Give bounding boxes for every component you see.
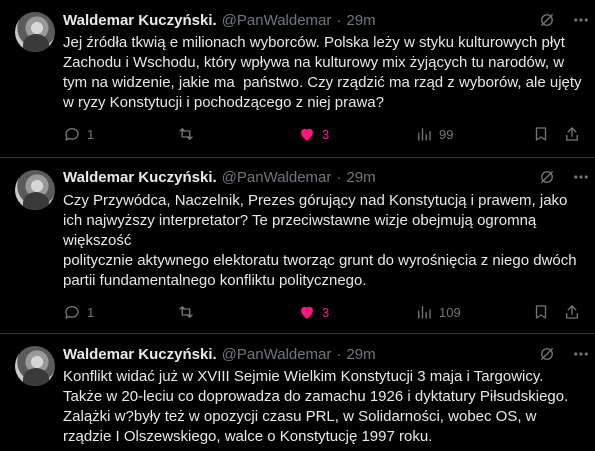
author-name[interactable]: Waldemar Kuczyński.	[63, 346, 217, 363]
reply-icon	[65, 306, 79, 319]
bookmark-icon	[535, 127, 547, 141]
heart-icon	[301, 128, 313, 141]
more-icon[interactable]	[572, 11, 590, 29]
views-button[interactable]: 99	[415, 124, 453, 144]
retweet-icon	[179, 128, 193, 140]
share-icon	[566, 127, 578, 141]
avatar[interactable]	[15, 12, 55, 52]
separator: ·	[336, 168, 342, 186]
views-button[interactable]: 109	[415, 302, 461, 322]
share-button[interactable]	[563, 302, 581, 322]
tweet[interactable]: Waldemar Kuczyński. @PanWaldemar · 29m C…	[0, 158, 595, 338]
like-count: 3	[322, 304, 330, 320]
author-handle[interactable]: @PanWaldemar	[222, 169, 332, 186]
view-count: 99	[439, 126, 454, 142]
author-name[interactable]: Waldemar Kuczyński.	[63, 169, 217, 186]
separator: ·	[336, 11, 342, 29]
more-icon[interactable]	[572, 345, 590, 363]
heart-icon	[301, 306, 313, 319]
tweet-header: Waldemar Kuczyński. @PanWaldemar · 29m	[63, 344, 376, 364]
grok-icon[interactable]	[538, 168, 556, 186]
bookmark-icon	[535, 305, 547, 319]
tweet-text: Konflikt widać już w XVIII Sejmie Wielki…	[63, 368, 573, 445]
like-button[interactable]: 3	[298, 124, 329, 144]
views-icon	[418, 128, 431, 141]
author-handle[interactable]: @PanWaldemar	[222, 12, 332, 29]
more-icon[interactable]	[572, 168, 590, 186]
tweet[interactable]: Waldemar Kuczyński. @PanWaldemar · 29m K…	[0, 334, 595, 451]
view-count: 109	[439, 304, 461, 320]
reply-icon	[65, 128, 79, 141]
grok-icon[interactable]	[538, 11, 556, 29]
timestamp[interactable]: 29m	[346, 169, 375, 186]
retweet-button[interactable]	[177, 124, 201, 144]
reply-count: 1	[87, 126, 95, 142]
avatar[interactable]	[15, 346, 55, 386]
views-icon	[418, 306, 431, 319]
tweet-actions: 1 3 99	[63, 124, 588, 144]
separator: ·	[336, 345, 342, 363]
like-count: 3	[322, 126, 330, 142]
tweet-text: Czy Przywódca, Naczelnik, Prezes górując…	[63, 192, 577, 289]
tweet-header: Waldemar Kuczyński. @PanWaldemar · 29m	[63, 167, 376, 187]
share-button[interactable]	[563, 124, 581, 144]
author-handle[interactable]: @PanWaldemar	[222, 346, 332, 363]
timestamp[interactable]: 29m	[346, 12, 375, 29]
retweet-icon	[179, 306, 193, 318]
share-icon	[566, 305, 578, 319]
tweet-actions: 1 3 109	[63, 302, 588, 322]
grok-icon[interactable]	[538, 345, 556, 363]
timestamp[interactable]: 29m	[346, 346, 375, 363]
tweet-text: Jej źródła tkwią e milionach wyborców. P…	[63, 34, 586, 111]
bookmark-button[interactable]	[532, 302, 550, 322]
avatar[interactable]	[15, 170, 55, 210]
retweet-button[interactable]	[177, 302, 201, 322]
author-name[interactable]: Waldemar Kuczyński.	[63, 12, 217, 29]
tweet[interactable]: Waldemar Kuczyński. @PanWaldemar · 29m J…	[0, 0, 595, 160]
reply-button[interactable]: 1	[63, 302, 94, 322]
bookmark-button[interactable]	[532, 124, 550, 144]
reply-count: 1	[87, 304, 95, 320]
reply-button[interactable]: 1	[63, 124, 94, 144]
tweet-header: Waldemar Kuczyński. @PanWaldemar · 29m	[63, 10, 376, 30]
like-button[interactable]: 3	[298, 302, 329, 322]
